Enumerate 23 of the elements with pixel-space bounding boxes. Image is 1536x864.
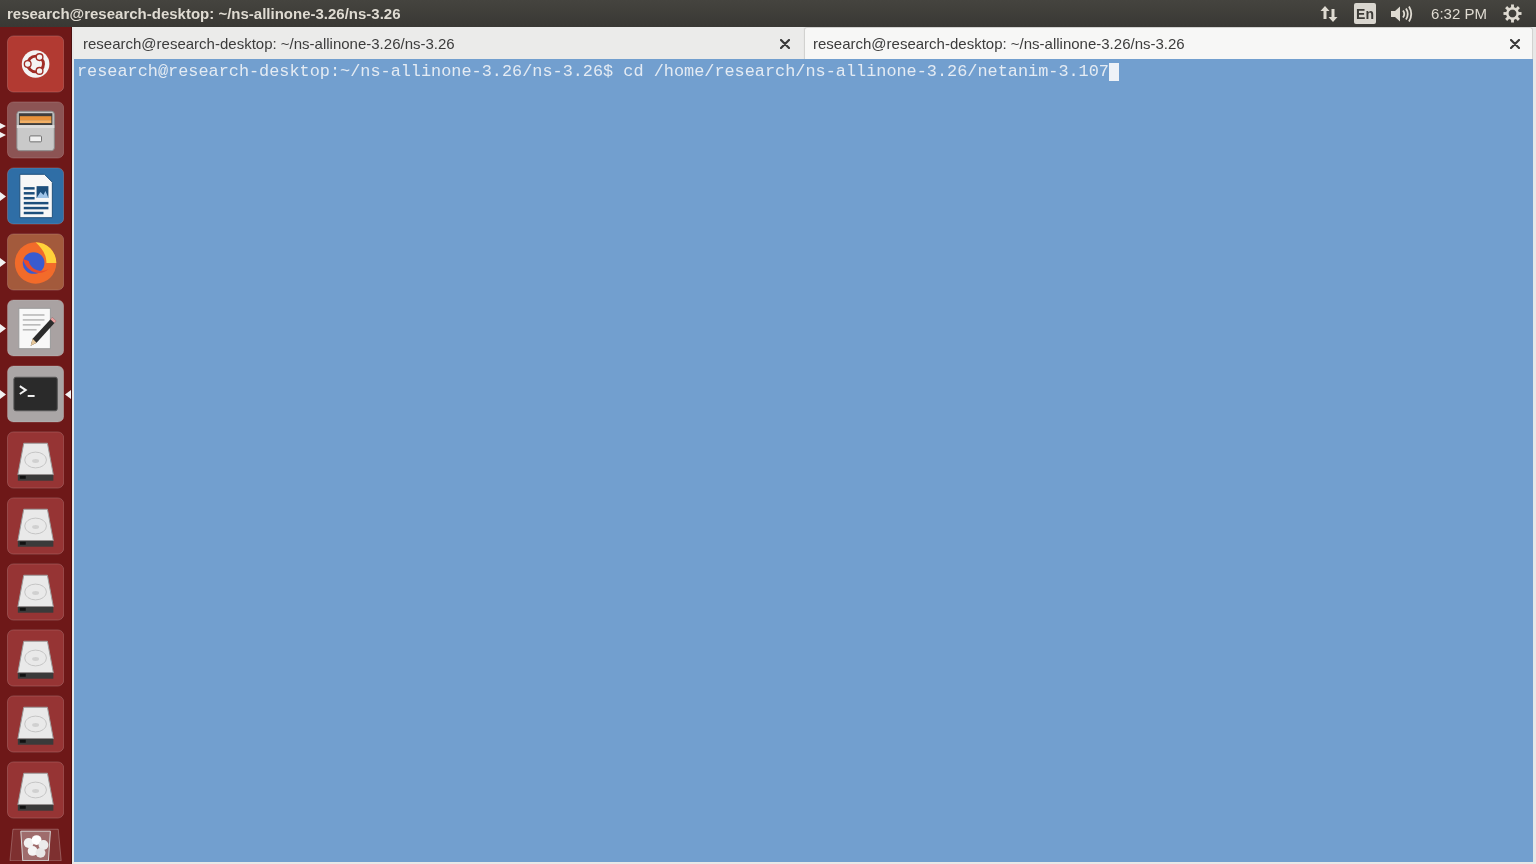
globe-icon[interactable]: [6, 233, 65, 291]
document-icon[interactable]: [6, 167, 65, 225]
hard-drive-icon[interactable]: [6, 431, 65, 489]
hard-drive-icon[interactable]: [6, 695, 65, 753]
close-icon[interactable]: [1510, 38, 1520, 49]
terminal-tab[interactable]: research@research-desktop: ~/ns-allinone-3.26/ns-3.26: [804, 27, 1533, 59]
file-cabinet-icon[interactable]: [6, 101, 65, 159]
hard-drive-icon[interactable]: [6, 629, 65, 687]
network-icon[interactable]: [1320, 4, 1338, 23]
hard-drive-icon[interactable]: [6, 761, 65, 819]
window-title: research@research-desktop: ~/ns-allinone-3.26/ns-3.26: [7, 5, 402, 22]
keyboard-layout-indicator[interactable]: En: [1354, 3, 1376, 24]
hard-drive-icon[interactable]: [6, 563, 65, 621]
close-icon[interactable]: [780, 38, 790, 49]
volume-icon[interactable]: [1390, 4, 1414, 23]
trash-icon[interactable]: [6, 827, 65, 861]
terminal-line: research@research-desktop:~/ns-allinone-3.26/ns-3.26$ cd /home/research/ns-allinone-3.26/netanim-3.107: [77, 62, 1109, 82]
pencil-document-icon[interactable]: [6, 299, 65, 357]
hard-drive-icon[interactable]: [6, 497, 65, 555]
logo-icon[interactable]: [6, 35, 65, 93]
clock[interactable]: 6:32 PM: [1431, 5, 1487, 22]
terminal-icon[interactable]: [6, 365, 65, 423]
gear-icon[interactable]: [1502, 4, 1522, 23]
